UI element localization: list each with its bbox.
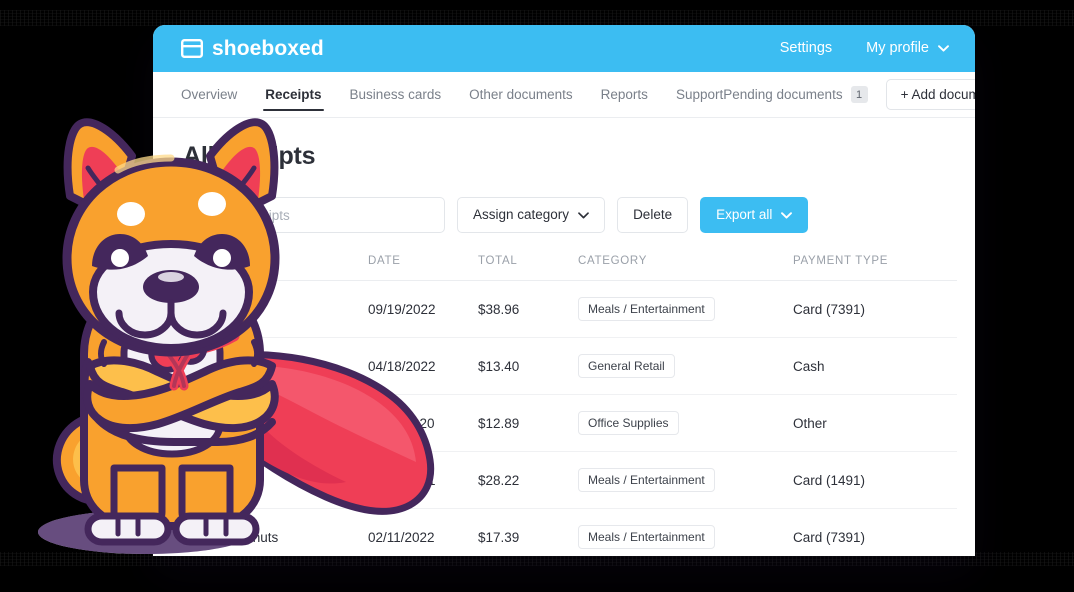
delete-label: Delete xyxy=(633,207,673,223)
column-header-total[interactable]: TOTAL xyxy=(478,255,578,281)
add-document-button[interactable]: + Add document xyxy=(885,78,975,111)
assign-category-button[interactable]: Assign category xyxy=(457,197,606,233)
category-pill[interactable]: Meals / Entertainment xyxy=(578,297,715,321)
page-body: All receipts Assign category Delete xyxy=(153,118,975,556)
nav-tab-business-cards[interactable]: Business cards xyxy=(350,72,442,117)
assign-category-label: Assign category xyxy=(473,207,570,223)
my-profile-label: My profile xyxy=(866,40,929,57)
cell-total: $12.89 xyxy=(478,394,578,452)
category-pill[interactable]: Meals / Entertainment xyxy=(578,468,715,492)
nav-actions: Pending documents 1 + Add document xyxy=(723,72,975,117)
cell-payment-type: Card (1491) xyxy=(793,451,957,509)
cell-payment-type: Cash xyxy=(793,337,957,395)
chevron-down-icon xyxy=(781,211,793,219)
cell-date: 11/04/2020 xyxy=(368,394,478,452)
cell-date: 09/19/2022 xyxy=(368,280,478,338)
brand-name: shoeboxed xyxy=(212,37,324,60)
delete-button[interactable]: Delete xyxy=(617,197,689,233)
cell-payment-type: Other xyxy=(793,394,957,452)
cell-category: Office Supplies xyxy=(578,394,793,452)
cell-date: 04/18/2022 xyxy=(368,337,478,395)
cell-total: $38.96 xyxy=(478,280,578,338)
category-pill[interactable]: Office Supplies xyxy=(578,411,679,435)
chevron-down-icon xyxy=(938,45,949,52)
nav-tab-overview[interactable]: Overview xyxy=(181,72,237,117)
pending-documents[interactable]: Pending documents 1 xyxy=(723,86,868,103)
brand-logo[interactable]: shoeboxed xyxy=(181,38,324,59)
cell-merchant: Office Depot xyxy=(183,394,368,452)
export-all-label: Export all xyxy=(716,207,773,223)
cell-category: Meals / Entertainment xyxy=(578,451,793,509)
cell-date: 02/11/2022 xyxy=(368,508,478,556)
cell-payment-type: Card (7391) xyxy=(793,508,957,556)
pending-documents-badge: 1 xyxy=(850,86,868,103)
table-row[interactable]: Herris Tee 08/02/2021 $28.22 Meals / Ent… xyxy=(183,451,957,509)
my-profile-menu[interactable]: My profile xyxy=(866,41,949,56)
nav-tab-other-documents[interactable]: Other documents xyxy=(469,72,573,117)
nav-tab-business-cards-label: Business cards xyxy=(349,87,442,102)
nav-tab-other-documents-label: Other documents xyxy=(469,87,573,102)
chevron-down-icon xyxy=(578,211,589,219)
top-bar-actions: Settings My profile xyxy=(780,41,949,56)
cell-merchant: Herris Tee xyxy=(183,451,368,509)
screenshot-stage: shoeboxed Settings My profile Overview R… xyxy=(0,0,1074,592)
cell-category: Meals / Entertainment xyxy=(578,280,793,338)
receipts-table: MERCHANT DATE TOTAL CATEGORY PAYMENT TYP… xyxy=(183,255,957,556)
category-pill[interactable]: Meals / Entertainment xyxy=(578,525,715,549)
category-pill[interactable]: General Retail xyxy=(578,354,675,378)
search-input[interactable] xyxy=(196,207,432,223)
pending-documents-label: Pending documents xyxy=(723,87,843,102)
shoebox-icon xyxy=(181,39,203,58)
column-header-merchant[interactable]: MERCHANT xyxy=(183,255,368,281)
column-header-category[interactable]: CATEGORY xyxy=(578,255,793,281)
table-head: MERCHANT DATE TOTAL CATEGORY PAYMENT TYP… xyxy=(183,255,957,281)
page-title: All receipts xyxy=(183,142,316,170)
nav-tab-receipts-label: Receipts xyxy=(265,87,322,102)
top-bar: shoeboxed Settings My profile xyxy=(153,25,975,72)
background-noise-top xyxy=(0,10,1074,26)
cell-payment-type: Card (7391) xyxy=(793,280,957,338)
table-body: Starbucks 09/19/2022 $38.96 Meals / Ente… xyxy=(183,280,957,556)
cell-merchant: Amazon.com xyxy=(183,337,368,395)
nav-tab-support-label: Support xyxy=(675,87,724,102)
nav-tab-list: Overview Receipts Business cards Other d… xyxy=(181,72,723,117)
table-row[interactable]: Starbucks 09/19/2022 $38.96 Meals / Ente… xyxy=(183,280,957,338)
cell-total: $17.39 xyxy=(478,508,578,556)
table-row[interactable]: Office Depot 11/04/2020 $12.89 Office Su… xyxy=(183,394,957,452)
receipts-toolbar: Assign category Delete Export all xyxy=(183,197,951,233)
cell-merchant: Starbucks xyxy=(183,280,368,338)
cell-category: Meals / Entertainment xyxy=(578,508,793,556)
table-row[interactable]: Amazon.com 04/18/2022 $13.40 General Ret… xyxy=(183,337,957,395)
cell-total: $28.22 xyxy=(478,451,578,509)
nav-tab-support[interactable]: Support xyxy=(676,72,723,117)
table-row[interactable]: Daylight Donuts 02/11/2022 $17.39 Meals … xyxy=(183,508,957,556)
main-nav: Overview Receipts Business cards Other d… xyxy=(153,72,975,118)
settings-link[interactable]: Settings xyxy=(780,41,832,56)
search-box[interactable] xyxy=(183,197,445,233)
nav-tab-reports[interactable]: Reports xyxy=(601,72,648,117)
nav-tab-reports-label: Reports xyxy=(600,87,648,102)
export-all-button[interactable]: Export all xyxy=(700,197,809,233)
cell-merchant: Daylight Donuts xyxy=(183,508,368,556)
cell-total: $13.40 xyxy=(478,337,578,395)
table-header-row: MERCHANT DATE TOTAL CATEGORY PAYMENT TYP… xyxy=(183,255,957,281)
column-header-date[interactable]: DATE xyxy=(368,255,478,281)
cell-date: 08/02/2021 xyxy=(368,451,478,509)
nav-tab-overview-label: Overview xyxy=(181,87,238,102)
column-header-payment-type[interactable]: PAYMENT TYPE xyxy=(793,255,957,281)
cell-category: General Retail xyxy=(578,337,793,395)
app-window: shoeboxed Settings My profile Overview R… xyxy=(153,25,975,556)
nav-tab-receipts[interactable]: Receipts xyxy=(263,72,324,117)
